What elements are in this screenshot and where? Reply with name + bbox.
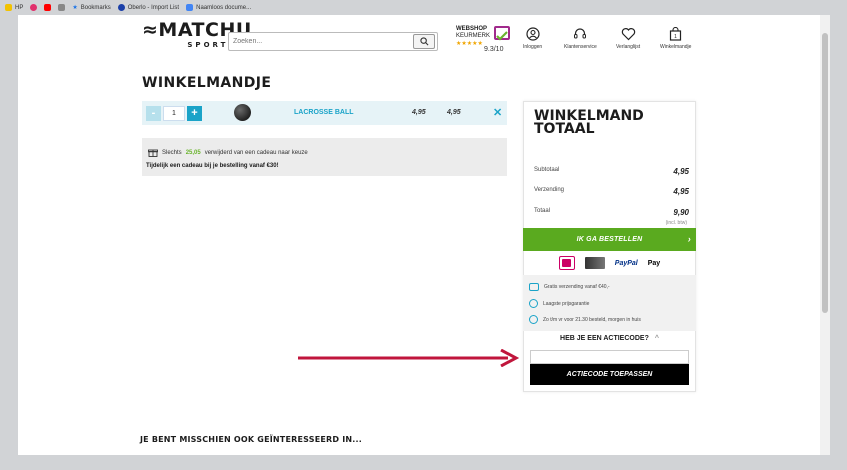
apply-coupon-button[interactable]: ACTIECODE TOEPASSEN (530, 364, 689, 385)
remove-item-button[interactable]: ✕ (493, 106, 502, 119)
product-image[interactable] (234, 104, 251, 121)
shipping-row: Verzending 4,95 (534, 187, 689, 196)
shopping-bag-icon: 1 (670, 27, 682, 41)
coupon-code-input[interactable] (530, 350, 689, 364)
vat-note: (incl. btw) (665, 220, 687, 226)
user-icon (525, 27, 540, 41)
gift-remaining-amount: 25,05 (185, 149, 201, 156)
bookmark-folder[interactable]: ★ Bookmarks (72, 4, 110, 12)
usp-item: Laagste prijsgarantie (529, 299, 589, 308)
quantity-stepper: - 1 + (146, 105, 206, 121)
bookmark-youtube[interactable] (44, 4, 52, 11)
totals-title: WINKELMAND TOTAAL (534, 108, 644, 137)
apple-pay-icon: Pay (647, 259, 661, 267)
star-icon: ★ (72, 5, 78, 11)
customer-service-link[interactable]: Klantenservice (564, 27, 597, 50)
bookmarks-bar: HP ★ Bookmarks Oberlo - Import List Naaml… (0, 0, 847, 15)
logo-waves-icon: ≈ (142, 19, 159, 41)
search-input[interactable] (233, 35, 403, 48)
usp-list: Gratis verzending vanaf €40,- Laagste pr… (523, 275, 696, 331)
chevron-right-icon: › (687, 234, 691, 244)
payment-methods: PayPal Pay (523, 252, 696, 274)
gift-icon (148, 149, 158, 157)
keurmerk-check-icon (494, 26, 510, 41)
product-name[interactable]: LACROSSE BALL (294, 109, 354, 116)
subtotal-row: Subtotaal 4,95 (534, 167, 689, 176)
cart-link[interactable]: 1 Winkelmandje (660, 27, 691, 50)
usp-item: Gratis verzending vanaf €40,- (529, 283, 610, 291)
search-icon (419, 37, 428, 46)
wishlist-link[interactable]: Verlanglijst (616, 27, 640, 50)
line-total-price: 4,95 (447, 109, 461, 116)
svg-text:1: 1 (674, 34, 677, 40)
decrease-quantity-button[interactable]: - (146, 105, 161, 121)
cart-item-row: - 1 + LACROSSE BALL 4,95 4,95 ✕ (142, 101, 507, 125)
page-scrollbar[interactable] (820, 15, 830, 455)
heart-icon (621, 28, 635, 41)
bookmark-mail[interactable] (58, 4, 66, 11)
credit-card-icon (584, 257, 605, 269)
increase-quantity-button[interactable]: + (187, 105, 202, 121)
headset-icon (574, 28, 587, 39)
truck-icon (529, 283, 539, 291)
checkout-button[interactable]: IK GA BESTELLEN › (523, 228, 696, 251)
webshop-keurmerk-badge[interactable]: WEBSHOP KEURMERK ★★★★★ 9.3/10 (456, 26, 512, 56)
quantity-field[interactable]: 1 (163, 105, 185, 121)
chevron-up-icon: ^ (654, 335, 659, 342)
usp-item: Zo t/m vr voor 21.30 besteld, morgen in … (529, 315, 641, 324)
bookmark-instagram[interactable] (30, 4, 38, 11)
scrollbar-thumb[interactable] (822, 33, 828, 313)
award-icon (529, 299, 538, 308)
annotation-arrow-icon (298, 349, 520, 367)
site-header: ≈MATCHU SPORTS WEBSHOP KEURMERK ★★★★★ 9.… (18, 15, 830, 67)
search-box (228, 32, 438, 51)
coupon-toggle[interactable]: HEB JE EEN ACTIECODE? ^ (523, 335, 696, 342)
bookmark-hp[interactable]: HP (5, 4, 23, 11)
login-link[interactable]: Inloggen (523, 27, 542, 50)
page-viewport: ≈MATCHU SPORTS WEBSHOP KEURMERK ★★★★★ 9.… (18, 15, 830, 455)
bookmark-doc[interactable]: Naamloos docume... (186, 4, 251, 11)
ideal-icon (558, 256, 575, 270)
paypal-icon: PayPal (614, 259, 638, 267)
related-products-heading: JE BENT MISSCHIEN OOK GEÏNTERESSEERD IN.… (140, 435, 363, 444)
clock-icon (529, 315, 538, 324)
total-row: Totaal 9,90 (534, 208, 689, 217)
unit-price: 4,95 (412, 109, 426, 116)
search-button[interactable] (413, 34, 435, 49)
gift-promo-box: Slechts 25,05 verwijderd van een cadeau na… (142, 138, 507, 176)
page-title: WINKELMANDJE (142, 75, 272, 91)
bookmark-oberlo[interactable]: Oberlo - Import List (117, 4, 179, 11)
gift-promo-text: Tijdelijk een cadeau bij je bestelling v… (146, 163, 279, 169)
